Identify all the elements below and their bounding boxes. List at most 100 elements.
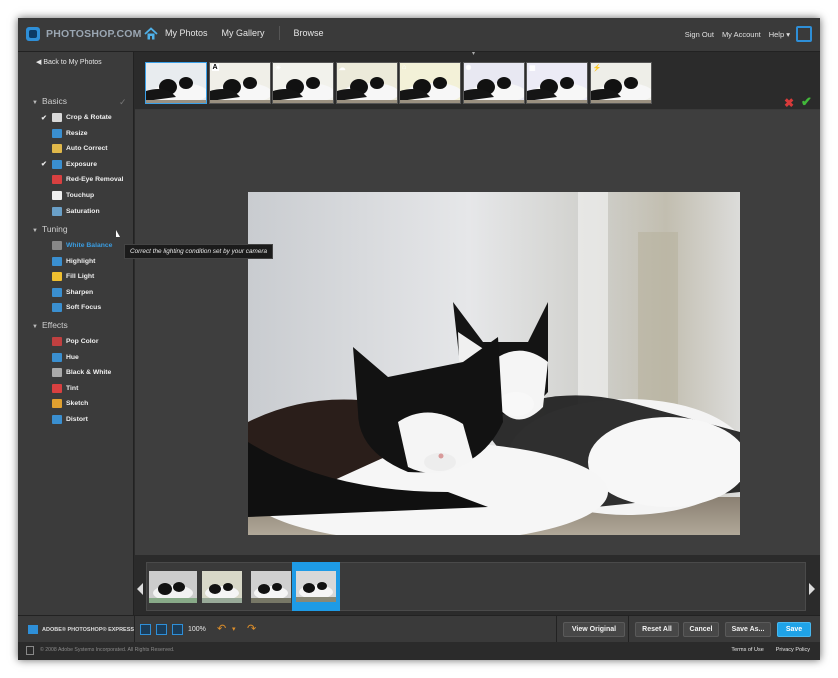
album-thumb-selected[interactable] [292, 562, 340, 611]
preset-badge-icon: A [211, 64, 219, 71]
preset-thumb[interactable]: ✺ [462, 62, 525, 104]
undo-icon[interactable]: ↶ [217, 622, 226, 635]
section-title: Basics [41, 96, 67, 106]
accept-edit-icon[interactable]: ✔ [801, 94, 812, 110]
section-header-tuning[interactable]: ▼ Tuning [32, 224, 68, 234]
save-as-button[interactable]: Save As... [725, 622, 771, 637]
terms-of-use-link[interactable]: Terms of Use [731, 647, 763, 653]
collapse-triangle-icon: ▼ [32, 228, 38, 234]
preview-filmstrip: A ☀ ☁ ⌂ ✺ ▦ ⚡ [135, 52, 820, 110]
back-link-label: Back to My Photos [43, 59, 102, 66]
main-nav: My Photos My Gallery Browse [165, 26, 338, 40]
thumb-photo [146, 63, 206, 103]
toolbar-divider [134, 616, 135, 643]
preset-thumb[interactable]: ▦ [526, 62, 588, 104]
bw-icon [52, 368, 62, 378]
photoshop-express-window: PHOTOSHOP.COM My Photos My Gallery Brows… [18, 18, 820, 660]
sign-out-link[interactable]: Sign Out [685, 30, 714, 39]
collapse-triangle-icon: ▼ [32, 324, 38, 330]
section-header-basics[interactable]: ▼ Basics [32, 96, 67, 106]
highlight-icon [52, 256, 62, 266]
tool-label: Sketch [66, 400, 89, 408]
tool-label: Exposure [66, 160, 97, 168]
preset-thumb[interactable]: ☁ [335, 62, 398, 104]
hue-icon [52, 352, 62, 362]
tool-label: Auto Correct [66, 145, 108, 153]
preset-badge-icon: ✺ [465, 65, 472, 72]
basics-done-check-icon: ✓ [119, 97, 127, 107]
back-to-my-photos-link[interactable]: ◀ Back to My Photos [36, 58, 102, 66]
applied-check-icon: ✔ [41, 114, 47, 122]
my-account-link[interactable]: My Account [722, 30, 761, 39]
section-title: Effects [41, 320, 68, 330]
bulb-icon [52, 272, 62, 282]
actual-size-icon[interactable] [172, 624, 183, 635]
applied-check-icon: ✔ [41, 161, 47, 169]
album-thumb-2[interactable] [202, 571, 242, 603]
toolbar-divider [628, 616, 629, 643]
filmstrip-next-arrow-icon[interactable] [809, 583, 815, 595]
preset-thumb[interactable]: ⚡ [589, 62, 652, 104]
help-menu[interactable]: Help ▾ [769, 30, 790, 39]
save-button[interactable]: Save [777, 622, 811, 637]
home-icon[interactable] [144, 27, 158, 41]
collapse-strip-icon[interactable]: ▾ [472, 50, 475, 57]
resize-icon [52, 128, 62, 138]
preset-thumb[interactable]: A [208, 62, 271, 104]
tool-label: Soft Focus [66, 304, 102, 312]
redo-icon[interactable]: ↷ [247, 622, 256, 635]
album-thumb-3[interactable] [251, 571, 291, 603]
undo-history-dropdown-icon[interactable]: ▾ [232, 625, 236, 633]
fit-view-icon[interactable] [140, 624, 151, 635]
eye-icon [52, 175, 62, 185]
cancel-button[interactable]: Cancel [683, 622, 719, 637]
preset-badge-icon: ⌂ [402, 64, 407, 71]
thumb-photo [463, 63, 524, 103]
privacy-policy-link[interactable]: Privacy Policy [776, 647, 810, 653]
album-thumbnails [146, 562, 806, 611]
footer-links: Terms of Use Privacy Policy [719, 647, 810, 653]
tool-label: Resize [66, 129, 88, 137]
tool-label: Touchup [66, 192, 95, 199]
view-original-button[interactable]: View Original [563, 622, 625, 637]
nav-browse[interactable]: Browse [294, 28, 324, 40]
thumb-photo [400, 63, 460, 103]
tool-label: Saturation [66, 207, 100, 215]
preset-thumb[interactable]: ☀ [272, 62, 334, 104]
logo-text: PHOTOSHOP.COM [46, 28, 142, 40]
account-links: Sign Out My Account Help ▾ [677, 30, 790, 39]
thumb-photo [527, 63, 587, 103]
thumb-photo [336, 63, 397, 103]
fullscreen-icon[interactable] [796, 26, 812, 42]
tool-label: Tint [66, 384, 79, 392]
grid-view-icon[interactable] [156, 624, 167, 635]
album-thumb-1[interactable] [149, 571, 197, 603]
soft-focus-icon [52, 303, 62, 313]
saturation-icon [52, 206, 62, 216]
tint-icon [52, 383, 62, 393]
footer: © 2008 Adobe Systems Incorporated. All R… [18, 642, 820, 660]
preset-thumb[interactable]: ⌂ [399, 62, 461, 104]
filmstrip-prev-arrow-icon[interactable] [137, 583, 143, 595]
sharpen-icon [52, 287, 62, 297]
preset-badge-icon: ☁ [338, 65, 346, 72]
tool-label: White Balance [66, 242, 113, 249]
cancel-edit-icon[interactable]: ✖ [784, 96, 794, 110]
top-nav-bar: PHOTOSHOP.COM My Photos My Gallery Brows… [18, 18, 820, 52]
section-header-effects[interactable]: ▼ Effects [32, 320, 68, 330]
photoshop-logo[interactable]: PHOTOSHOP.COM [26, 27, 142, 41]
crop-icon [52, 113, 62, 122]
main-photo [248, 192, 740, 535]
tool-label: Crop & Rotate [66, 114, 112, 121]
album-filmstrip [135, 555, 820, 615]
preset-badge-icon: ⚡ [592, 65, 602, 72]
adobe-brand: ADOBE® PHOTOSHOP® EXPRESS [28, 625, 134, 634]
photo-canvas [135, 110, 820, 555]
nav-my-gallery[interactable]: My Gallery [222, 28, 265, 40]
preset-badge-icon: ▦ [529, 65, 536, 72]
photoshop-express-logo-icon [28, 625, 38, 634]
reset-all-button[interactable]: Reset All [635, 622, 679, 637]
brand-text: ADOBE® PHOTOSHOP® EXPRESS [42, 626, 135, 633]
preset-thumb-original[interactable] [145, 62, 207, 104]
nav-my-photos[interactable]: My Photos [165, 28, 208, 40]
